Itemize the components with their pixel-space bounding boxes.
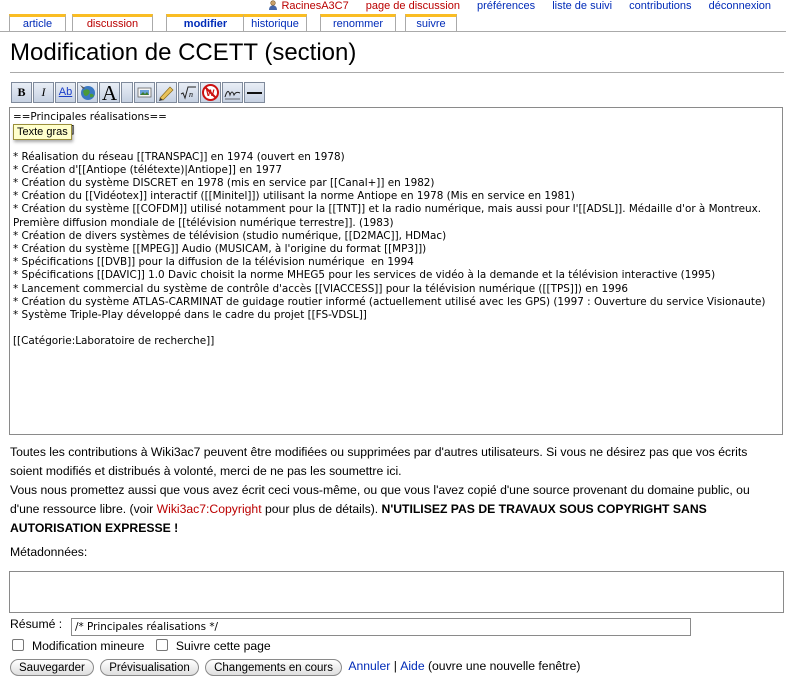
user-icon xyxy=(269,0,278,10)
help-note: (ouvre une nouvelle fenêtre) xyxy=(427,659,581,673)
sqrt-icon: n xyxy=(180,86,196,100)
bold-button[interactable]: B xyxy=(11,82,32,103)
tooltip: Texte gras xyxy=(13,124,72,140)
save-button[interactable]: Sauvegarder xyxy=(10,659,94,676)
svg-text:n: n xyxy=(189,90,193,99)
globe-icon xyxy=(80,85,95,100)
picture-icon xyxy=(137,87,152,98)
tab-divider xyxy=(0,31,786,32)
image-button[interactable] xyxy=(121,82,133,103)
metadata-field[interactable] xyxy=(9,571,784,613)
edit-options: Modification mineure Suivre cette page xyxy=(12,639,279,653)
watchlist-link[interactable]: liste de suivi xyxy=(552,0,612,12)
pencil-icon xyxy=(159,86,174,101)
user-page-link[interactable]: RacinesA3C7 xyxy=(281,0,348,12)
summary-label: Résumé : xyxy=(10,617,63,631)
no-wiki-icon: W xyxy=(202,84,219,101)
media-button[interactable] xyxy=(156,82,177,103)
show-changes-button[interactable]: Changements en cours xyxy=(205,659,342,676)
minor-edit-checkbox[interactable] xyxy=(12,639,24,651)
tab-article[interactable]: article xyxy=(9,14,66,32)
edit-toolbar: BIAb AnW xyxy=(11,82,266,105)
logout-link[interactable]: déconnexion xyxy=(709,0,771,12)
minor-edit-label: Modification mineure xyxy=(32,639,145,653)
contributions-link[interactable]: contributions xyxy=(629,0,691,12)
signature-icon xyxy=(224,91,241,100)
tab-edit[interactable]: modifier xyxy=(166,14,245,32)
help-link[interactable]: Aide xyxy=(400,659,424,673)
copyright-notice: Vous nous promettez aussi que vous avez … xyxy=(10,481,782,538)
math-button[interactable]: n xyxy=(178,82,199,103)
copyright-link[interactable]: Wiki3ac7:Copyright xyxy=(157,502,262,516)
italic-button[interactable]: I xyxy=(33,82,54,103)
watch-page-label: Suivre cette page xyxy=(175,639,271,653)
embedded-image-button[interactable] xyxy=(134,82,155,103)
tab-history[interactable]: historique xyxy=(243,14,307,32)
copyright-notice-text-2: pour plus de détails). xyxy=(261,502,382,516)
edit-notice: Toutes les contributions à Wiki3ac7 peuv… xyxy=(10,443,782,538)
cancel-link[interactable]: Annuler xyxy=(348,659,390,673)
title-divider xyxy=(10,72,784,73)
hr-icon xyxy=(247,92,262,94)
link-separator: | xyxy=(393,659,397,673)
edit-buttons: Sauvegarder Prévisualisation Changements… xyxy=(10,659,580,676)
tab-watch[interactable]: suivre xyxy=(405,14,457,32)
signature-button[interactable] xyxy=(222,82,243,103)
license-notice: Toutes les contributions à Wiki3ac7 peuv… xyxy=(10,445,748,478)
tab-discussion[interactable]: discussion xyxy=(72,14,153,32)
watch-page-checkbox[interactable] xyxy=(155,639,168,651)
personal-links: RacinesA3C7 page de discussion préférenc… xyxy=(268,0,786,12)
preferences-link[interactable]: préférences xyxy=(477,0,535,12)
summary-input[interactable] xyxy=(71,618,691,636)
tab-move[interactable]: renommer xyxy=(320,14,396,32)
divider-icon xyxy=(122,83,132,102)
metadata-label: Métadonnées: xyxy=(10,545,88,559)
preview-button[interactable]: Prévisualisation xyxy=(100,659,199,676)
horizontal-line-button[interactable] xyxy=(244,82,265,103)
page-title: Modification de CCETT (section) xyxy=(10,39,357,66)
talk-link[interactable]: page de discussion xyxy=(366,0,460,12)
internal-link-button[interactable]: Ab xyxy=(55,82,76,103)
wikitext-editor[interactable]: ==Principales réalisations== [Texte gras… xyxy=(9,107,783,435)
external-link-button[interactable] xyxy=(77,82,98,103)
headline-button[interactable]: A xyxy=(99,82,120,103)
nowiki-button[interactable]: W xyxy=(200,82,221,103)
